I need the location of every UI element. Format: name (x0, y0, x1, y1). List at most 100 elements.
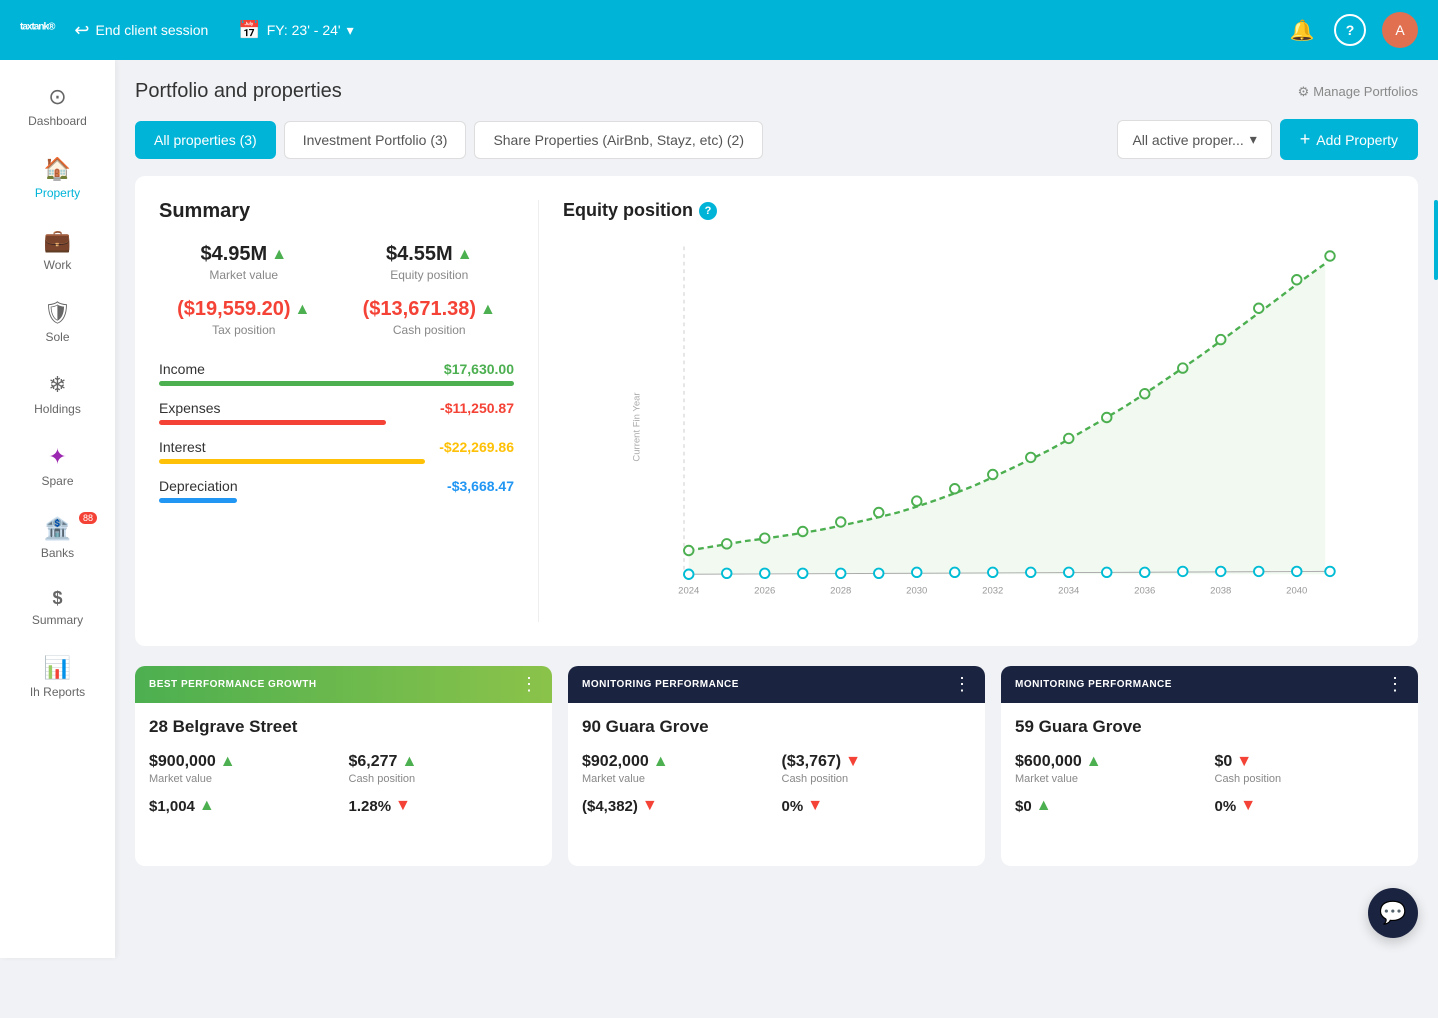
card-tag-2: MONITORING PERFORMANCE (1015, 679, 1172, 690)
property-card-0: BEST PERFORMANCE GROWTH ⋮ 28 Belgrave St… (135, 666, 552, 866)
sidebar-item-property[interactable]: 🏠 Property (0, 142, 115, 214)
holdings-icon: ❄ (48, 372, 66, 398)
active-filter-dropdown[interactable]: All active proper... ▾ (1117, 120, 1271, 159)
sidebar-item-dashboard[interactable]: ⊙ Dashboard (0, 70, 115, 142)
property-card-1: MONITORING PERFORMANCE ⋮ 90 Guara Grove … (568, 666, 985, 866)
sidebar-item-summary[interactable]: $ Summary (0, 574, 115, 641)
depreciation-row: Depreciation -$3,668.47 (159, 478, 514, 503)
card-menu-0[interactable]: ⋮ (520, 674, 538, 695)
sidebar-item-banks[interactable]: 🏦 Banks 88 (0, 502, 115, 574)
extra1-trend-icon-2: ▲ (1036, 797, 1052, 815)
market-value-trend-icon: ▲ (271, 246, 287, 264)
summary-title: Summary (159, 200, 514, 223)
sidebar-item-reports[interactable]: 📊 Ih Reports (0, 641, 115, 713)
notification-icon[interactable]: 🔔 (1286, 14, 1318, 46)
income-rows: Income $17,630.00 Expenses -$11,250.87 I… (159, 361, 514, 503)
sidebar-item-holdings[interactable]: ❄ Holdings (0, 358, 115, 430)
sidebar-item-label: Work (44, 258, 72, 272)
avatar[interactable]: A (1382, 12, 1418, 48)
trademark: ® (48, 21, 54, 32)
sidebar-item-spare[interactable]: ✦ Spare (0, 430, 115, 502)
equity-info-icon[interactable]: ? (699, 202, 717, 220)
card-body-0: 28 Belgrave Street $900,000 ▲ Market val… (135, 703, 552, 829)
page-title: Portfolio and properties (135, 80, 342, 103)
sidebar-item-label: Dashboard (28, 114, 87, 128)
session-icon: ↩ (74, 20, 89, 41)
property-card-2: MONITORING PERFORMANCE ⋮ 59 Guara Grove … (1001, 666, 1418, 866)
tax-position: ($19,559.20) ▲ (159, 298, 329, 321)
spare-icon: ✦ (48, 444, 66, 470)
svg-text:2028: 2028 (830, 585, 851, 596)
tax-position-label: Tax position (159, 323, 329, 337)
help-icon[interactable]: ? (1334, 14, 1366, 46)
sidebar-item-label: Summary (32, 613, 83, 627)
gear-icon: ⚙ (1298, 84, 1310, 100)
app-logo: taxtank® (20, 15, 54, 46)
card-header-2: MONITORING PERFORMANCE ⋮ (1001, 666, 1418, 703)
card-metrics-0: $900,000 ▲ Market value $6,277 ▲ Cash po… (149, 753, 538, 785)
card-extra2-2: 0% ▼ (1215, 797, 1405, 815)
manage-portfolios-link[interactable]: ⚙ Manage Portfolios (1298, 84, 1418, 100)
sole-icon: 🛡 (44, 300, 72, 326)
cash-trend-icon-1: ▼ (845, 753, 861, 771)
extra2-trend-icon-0: ▼ (395, 797, 411, 815)
tabs-row: All properties (3) Investment Portfolio … (135, 119, 1418, 160)
end-session-button[interactable]: ↩ End client session (74, 20, 208, 41)
equity-chart-title: Equity position ? (563, 200, 1394, 221)
cash-position-label: Cash position (345, 323, 515, 337)
equity-chart-section: Equity position ? Current Fin Year (539, 200, 1394, 622)
income-bar (159, 381, 514, 386)
page-header: Portfolio and properties ⚙ Manage Portfo… (135, 80, 1418, 103)
card-bottom-0: $1,004 ▲ 1.28% ▼ (149, 797, 538, 815)
tab-share-properties[interactable]: Share Properties (AirBnb, Stayz, etc) (2… (474, 121, 763, 159)
calendar-icon: 📅 (238, 20, 260, 41)
tab-investment-portfolio[interactable]: Investment Portfolio (3) (284, 121, 467, 159)
add-property-button[interactable]: + Add Property (1280, 119, 1418, 160)
reports-icon: 📊 (44, 655, 71, 681)
summary-section: Summary $4.95M ▲ Market value $4.55M ▲ E… (159, 200, 539, 622)
depreciation-bar (159, 498, 237, 503)
topnav-right: 🔔 ? A (1286, 12, 1418, 48)
svg-text:Current Fin Year: Current Fin Year (631, 392, 642, 461)
chat-bubble[interactable]: 💬 (1368, 888, 1418, 938)
svg-text:2024: 2024 (678, 585, 699, 596)
tax-trend-icon: ▲ (295, 301, 311, 319)
card-cash-position-0: $6,277 ▲ Cash position (349, 753, 539, 785)
chevron-down-icon: ▾ (347, 22, 354, 39)
top-navigation: taxtank® ↩ End client session 📅 FY: 23' … (0, 0, 1438, 60)
market-value-trend-icon-0: ▲ (220, 753, 236, 771)
card-menu-2[interactable]: ⋮ (1386, 674, 1404, 695)
scrollbar[interactable] (1434, 200, 1438, 280)
card-metrics-2: $600,000 ▲ Market value $0 ▼ Cash positi… (1015, 753, 1404, 785)
sidebar-item-label: Holdings (34, 402, 81, 416)
cash-position-metric: ($13,671.38) ▲ Cash position (345, 298, 515, 337)
sidebar-item-label: Spare (41, 474, 73, 488)
extra1-trend-icon-1: ▼ (642, 797, 658, 815)
card-address-1: 90 Guara Grove (582, 717, 971, 737)
income-row: Income $17,630.00 (159, 361, 514, 386)
sidebar-item-label: Ih Reports (30, 685, 85, 699)
sidebar-item-work[interactable]: 💼 Work (0, 214, 115, 286)
summary-card: Summary $4.95M ▲ Market value $4.55M ▲ E… (135, 176, 1418, 646)
sidebar-item-sole[interactable]: 🛡 Sole (0, 286, 115, 358)
card-cash-position-1: ($3,767) ▼ Cash position (782, 753, 972, 785)
tab-all-properties[interactable]: All properties (3) (135, 121, 276, 159)
extra2-trend-icon-2: ▼ (1240, 797, 1256, 815)
card-body-1: 90 Guara Grove $902,000 ▲ Market value (… (568, 703, 985, 829)
card-header-1: MONITORING PERFORMANCE ⋮ (568, 666, 985, 703)
fy-selector[interactable]: 📅 FY: 23' - 24' ▾ (238, 20, 353, 41)
cash-position: ($13,671.38) ▲ (345, 298, 515, 321)
card-market-value-0: $900,000 ▲ Market value (149, 753, 339, 785)
dashboard-icon: ⊙ (48, 84, 66, 110)
sidebar-item-label: Sole (45, 330, 69, 344)
svg-text:2038: 2038 (1210, 585, 1231, 596)
card-extra2-0: 1.28% ▼ (349, 797, 539, 815)
extra2-trend-icon-1: ▼ (807, 797, 823, 815)
svg-text:2040: 2040 (1286, 585, 1307, 596)
work-icon: 💼 (44, 228, 71, 254)
interest-bar (159, 459, 425, 464)
card-menu-1[interactable]: ⋮ (953, 674, 971, 695)
banks-badge: 88 (79, 512, 97, 524)
main-content: Portfolio and properties ⚙ Manage Portfo… (115, 60, 1438, 958)
card-extra2-1: 0% ▼ (782, 797, 972, 815)
